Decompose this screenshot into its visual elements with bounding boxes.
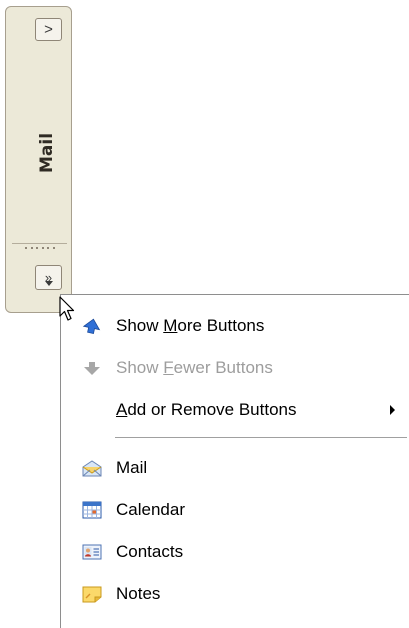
arrow-up-icon: [82, 318, 101, 334]
contacts-icon: [82, 544, 102, 560]
menu-separator: [115, 437, 407, 438]
mouse-cursor-icon: [59, 296, 75, 321]
pane-title-label: Mail: [37, 132, 58, 174]
menu-item-mail[interactable]: Mail: [61, 452, 407, 484]
menu-item-label: Notes: [116, 584, 161, 603]
configure-buttons-menu: Show More Buttons Show Fewer Buttons Add…: [60, 294, 409, 628]
calendar-icon: [82, 501, 102, 519]
menu-item-label: Mail: [116, 458, 148, 477]
menu-item-show-more-buttons[interactable]: Show More Buttons: [61, 310, 407, 342]
menu-item-label: Show More Buttons: [116, 316, 265, 335]
configure-buttons-button[interactable]: »: [35, 265, 62, 290]
menu-item-notes[interactable]: Notes: [61, 578, 407, 610]
menu-item-contacts[interactable]: Contacts: [61, 536, 407, 568]
submenu-arrow-icon: [390, 405, 395, 415]
menu-item-label: Contacts: [116, 542, 184, 561]
expand-pane-button[interactable]: >: [35, 18, 62, 41]
notes-icon: [82, 586, 102, 603]
pane-title-vertical[interactable]: Mail: [32, 113, 62, 193]
menu-item-show-fewer-buttons: Show Fewer Buttons: [61, 352, 407, 384]
pane-grip-handle[interactable]: [25, 247, 55, 253]
menu-item-label: Calendar: [116, 500, 185, 519]
chevron-down-icon: [45, 281, 53, 286]
pane-divider: [12, 243, 67, 244]
menu-item-label: Add or Remove Buttons: [116, 400, 297, 419]
menu-item-add-remove-buttons[interactable]: Add or Remove Buttons: [61, 394, 407, 426]
menu-item-label: Show Fewer Buttons: [116, 358, 273, 377]
mail-icon: [82, 460, 102, 477]
menu-item-calendar[interactable]: Calendar: [61, 494, 407, 526]
arrow-down-icon: [84, 362, 100, 375]
expand-pane-label: >: [44, 21, 53, 38]
navigation-pane-collapsed: > Mail »: [5, 6, 72, 313]
